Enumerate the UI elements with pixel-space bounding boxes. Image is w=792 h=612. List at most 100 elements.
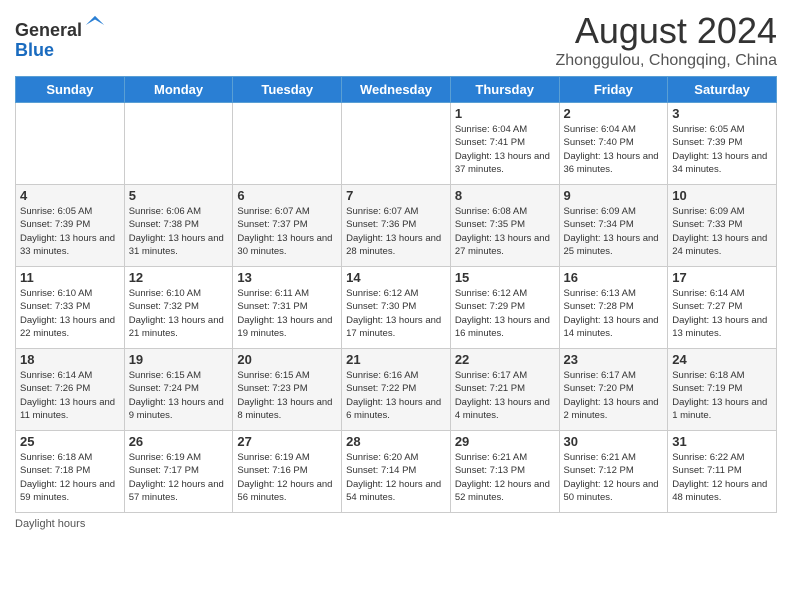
table-row: 26 Sunrise: 6:19 AM Sunset: 7:17 PM Dayli…	[124, 431, 233, 513]
table-row: 10 Sunrise: 6:09 AM Sunset: 7:33 PM Dayli…	[668, 185, 777, 267]
day-number: 10	[672, 188, 772, 203]
table-row: 11 Sunrise: 6:10 AM Sunset: 7:33 PM Dayli…	[16, 267, 125, 349]
day-number: 25	[20, 434, 120, 449]
table-row: 9 Sunrise: 6:09 AM Sunset: 7:34 PM Daylig…	[559, 185, 668, 267]
table-row: 13Sunrise: 6:11 AM Sunset: 7:31 PM Dayli…	[233, 267, 342, 349]
day-number: 23	[564, 352, 664, 367]
day-info: Sunrise: 6:07 AM Sunset: 7:37 PM Dayligh…	[237, 205, 337, 258]
day-info: Sunrise: 6:16 AM Sunset: 7:22 PM Dayligh…	[346, 369, 446, 422]
table-row: 25Sunrise: 6:18 AM Sunset: 7:18 PM Dayli…	[16, 431, 125, 513]
day-number: 1	[455, 106, 555, 121]
header: General Blue August 2024 Zhonggulou, Cho…	[15, 10, 777, 70]
day-number: 19	[129, 352, 229, 367]
day-info: Sunrise: 6:05 AM Sunset: 7:39 PM Dayligh…	[20, 205, 120, 258]
table-row: 6 Sunrise: 6:07 AM Sunset: 7:37 PM Daylig…	[233, 185, 342, 267]
table-row: 18 Sunrise: 6:14 AM Sunset: 7:26 PM Dayli…	[16, 349, 125, 431]
day-number: 21	[346, 352, 446, 367]
day-number: 18	[20, 352, 120, 367]
day-info: Sunrise: 6:12 AM Sunset: 7:30 PM Dayligh…	[346, 287, 446, 340]
table-row	[16, 103, 125, 185]
calendar-header-row: Sunday Monday Tuesday Wednesday Thursday…	[16, 77, 777, 103]
day-number: 31	[672, 434, 772, 449]
table-row: 1 Sunrise: 6:04 AM Sunset: 7:41 PM Daylig…	[450, 103, 559, 185]
day-info: Sunrise: 6:09 AM Sunset: 7:34 PM Dayligh…	[564, 205, 664, 258]
day-info: Sunrise: 6:14 AM Sunset: 7:26 PM Dayligh…	[20, 369, 120, 422]
day-number: 27	[237, 434, 337, 449]
month-year-title: August 2024	[556, 10, 778, 52]
table-row	[124, 103, 233, 185]
table-row: 8Sunrise: 6:08 AM Sunset: 7:35 PM Daylig…	[450, 185, 559, 267]
day-info: Sunrise: 6:10 AM Sunset: 7:32 PM Dayligh…	[129, 287, 229, 340]
day-number: 30	[564, 434, 664, 449]
day-number: 16	[564, 270, 664, 285]
daylight-label: Daylight hours	[15, 518, 85, 530]
table-row: 5Sunrise: 6:06 AM Sunset: 7:38 PM Daylig…	[124, 185, 233, 267]
logo-icon	[84, 14, 106, 36]
day-number: 11	[20, 270, 120, 285]
day-info: Sunrise: 6:19 AM Sunset: 7:17 PM Dayligh…	[129, 451, 229, 504]
day-number: 17	[672, 270, 772, 285]
table-row: 28 Sunrise: 6:20 AM Sunset: 7:14 PM Dayli…	[342, 431, 451, 513]
calendar-table: Sunday Monday Tuesday Wednesday Thursday…	[15, 76, 777, 513]
day-number: 20	[237, 352, 337, 367]
day-number: 26	[129, 434, 229, 449]
day-number: 14	[346, 270, 446, 285]
day-number: 8	[455, 188, 555, 203]
day-info: Sunrise: 6:04 AM Sunset: 7:40 PM Dayligh…	[564, 123, 664, 176]
day-number: 6	[237, 188, 337, 203]
title-section: August 2024 Zhonggulou, Chongqing, China	[556, 10, 778, 70]
header-sunday: Sunday	[16, 77, 125, 103]
day-info: Sunrise: 6:10 AM Sunset: 7:33 PM Dayligh…	[20, 287, 120, 340]
table-row: 14 Sunrise: 6:12 AM Sunset: 7:30 PM Dayli…	[342, 267, 451, 349]
day-number: 9	[564, 188, 664, 203]
table-row: 15 Sunrise: 6:12 AM Sunset: 7:29 PM Dayli…	[450, 267, 559, 349]
day-number: 7	[346, 188, 446, 203]
day-info: Sunrise: 6:21 AM Sunset: 7:12 PM Dayligh…	[564, 451, 664, 504]
day-info: Sunrise: 6:09 AM Sunset: 7:33 PM Dayligh…	[672, 205, 772, 258]
table-row: 31 Sunrise: 6:22 AM Sunset: 7:11 PM Dayli…	[668, 431, 777, 513]
table-row	[233, 103, 342, 185]
day-number: 29	[455, 434, 555, 449]
header-wednesday: Wednesday	[342, 77, 451, 103]
day-info: Sunrise: 6:22 AM Sunset: 7:11 PM Dayligh…	[672, 451, 772, 504]
header-saturday: Saturday	[668, 77, 777, 103]
table-row: 19Sunrise: 6:15 AM Sunset: 7:24 PM Dayli…	[124, 349, 233, 431]
day-number: 13	[237, 270, 337, 285]
table-row: 27Sunrise: 6:19 AM Sunset: 7:16 PM Dayli…	[233, 431, 342, 513]
day-info: Sunrise: 6:12 AM Sunset: 7:29 PM Dayligh…	[455, 287, 555, 340]
table-row: 16 Sunrise: 6:13 AM Sunset: 7:28 PM Dayli…	[559, 267, 668, 349]
header-monday: Monday	[124, 77, 233, 103]
calendar-week-row: 4 Sunrise: 6:05 AM Sunset: 7:39 PM Daylig…	[16, 185, 777, 267]
header-friday: Friday	[559, 77, 668, 103]
table-row: 20 Sunrise: 6:15 AM Sunset: 7:23 PM Dayli…	[233, 349, 342, 431]
logo-blue: Blue	[15, 40, 54, 60]
day-info: Sunrise: 6:07 AM Sunset: 7:36 PM Dayligh…	[346, 205, 446, 258]
footer: Daylight hours	[15, 518, 777, 530]
table-row: 21 Sunrise: 6:16 AM Sunset: 7:22 PM Dayli…	[342, 349, 451, 431]
day-info: Sunrise: 6:13 AM Sunset: 7:28 PM Dayligh…	[564, 287, 664, 340]
page: General Blue August 2024 Zhonggulou, Cho…	[0, 0, 792, 612]
day-info: Sunrise: 6:17 AM Sunset: 7:21 PM Dayligh…	[455, 369, 555, 422]
table-row: 24Sunrise: 6:18 AM Sunset: 7:19 PM Dayli…	[668, 349, 777, 431]
calendar-week-row: 11 Sunrise: 6:10 AM Sunset: 7:33 PM Dayli…	[16, 267, 777, 349]
table-row	[342, 103, 451, 185]
table-row: 4 Sunrise: 6:05 AM Sunset: 7:39 PM Daylig…	[16, 185, 125, 267]
day-number: 15	[455, 270, 555, 285]
day-info: Sunrise: 6:15 AM Sunset: 7:23 PM Dayligh…	[237, 369, 337, 422]
day-number: 4	[20, 188, 120, 203]
day-number: 12	[129, 270, 229, 285]
table-row: 2Sunrise: 6:04 AM Sunset: 7:40 PM Daylig…	[559, 103, 668, 185]
table-row: 23 Sunrise: 6:17 AM Sunset: 7:20 PM Dayli…	[559, 349, 668, 431]
day-info: Sunrise: 6:05 AM Sunset: 7:39 PM Dayligh…	[672, 123, 772, 176]
calendar-week-row: 1 Sunrise: 6:04 AM Sunset: 7:41 PM Daylig…	[16, 103, 777, 185]
header-thursday: Thursday	[450, 77, 559, 103]
day-info: Sunrise: 6:17 AM Sunset: 7:20 PM Dayligh…	[564, 369, 664, 422]
day-info: Sunrise: 6:04 AM Sunset: 7:41 PM Dayligh…	[455, 123, 555, 176]
table-row: 30 Sunrise: 6:21 AM Sunset: 7:12 PM Dayli…	[559, 431, 668, 513]
location-subtitle: Zhonggulou, Chongqing, China	[556, 52, 778, 70]
header-tuesday: Tuesday	[233, 77, 342, 103]
table-row: 22Sunrise: 6:17 AM Sunset: 7:21 PM Dayli…	[450, 349, 559, 431]
day-number: 28	[346, 434, 446, 449]
day-info: Sunrise: 6:21 AM Sunset: 7:13 PM Dayligh…	[455, 451, 555, 504]
day-info: Sunrise: 6:20 AM Sunset: 7:14 PM Dayligh…	[346, 451, 446, 504]
